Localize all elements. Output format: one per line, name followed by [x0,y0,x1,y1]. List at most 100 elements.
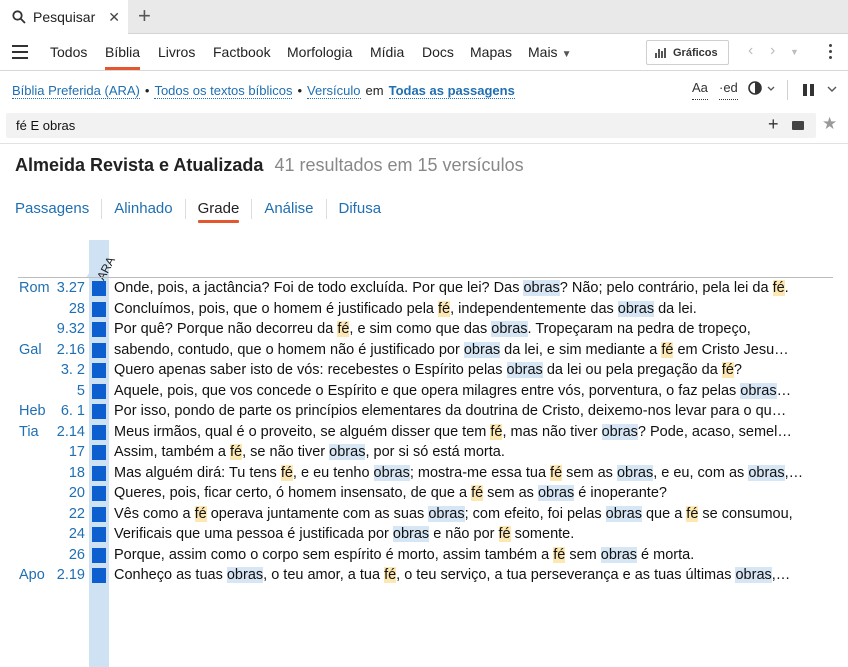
unit-selector[interactable]: Versículo [307,83,361,99]
search-input[interactable] [10,113,710,138]
hit-marker[interactable] [92,445,106,460]
font-size-icon[interactable]: Aa [692,80,708,100]
verse-text[interactable]: Meus irmãos, qual é o proveito, se algué… [114,422,841,443]
result-row[interactable]: 22 Vês como a fé operava juntamente com a… [0,504,848,525]
nav-biblia[interactable]: Bíblia [96,34,149,70]
edit-icon[interactable]: ·ed [719,80,738,100]
highlight-obras: obras [428,505,465,522]
result-row[interactable]: 26 Porque, assim como o corpo sem espírit… [0,545,848,566]
forward-arrow-icon[interactable]: › [770,42,775,60]
verse-segment: da lei ou pela pregação da [542,362,722,378]
verse-segment: ,… [784,464,804,481]
verse-segment: Mas alguém dirá: Tu tens [114,464,281,481]
tab-difusa[interactable]: Difusa [327,199,394,219]
back-arrow-icon[interactable]: ‹ [748,42,753,60]
panel-layout-icon[interactable] [803,84,815,96]
result-row[interactable]: Tia 2.14 Meus irmãos, qual é o proveito, s… [0,422,848,443]
verse-segment: em Cristo Jesu… [673,341,789,358]
result-row[interactable]: 5 Aquele, pois, que vos concede o Espírit… [0,381,848,402]
result-row[interactable]: Gal 2.16 sabendo, contudo, que o homem não… [0,340,848,361]
result-row[interactable]: 3. 2 Quero apenas saber isto de vós: rece… [0,360,848,381]
hit-marker[interactable] [92,486,106,501]
nav-mais[interactable]: Mais ▼ [528,34,571,70]
verse-segment: Conheço as tuas [114,567,227,583]
verse-segment: Por quê? Porque não decorreu da [114,321,338,337]
result-row[interactable]: 20 Queres, pois, ficar certo, ó homem ins… [0,483,848,504]
hit-marker[interactable] [92,322,106,337]
favorite-star-icon[interactable]: ★ [822,114,837,134]
hit-marker[interactable] [92,281,106,296]
nav-docs[interactable]: Docs [422,34,454,70]
keyboard-icon[interactable] [792,121,804,130]
verse-text[interactable]: Por quê? Porque não decorreu da fé, e si… [114,319,841,340]
more-options-icon[interactable] [829,44,833,62]
result-row[interactable]: Heb 6. 1 Por isso, pondo de parte os princ… [0,401,848,422]
graficos-button[interactable]: Gráficos [646,40,729,65]
result-row[interactable]: 9.32 Por quê? Porque não decorreu da fé, … [0,319,848,340]
nav-morfologia[interactable]: Morfologia [287,34,352,70]
verse-text[interactable]: Porque, assim como o corpo sem espírito … [114,545,841,566]
chapter-verse: 2.16 [56,341,85,358]
hit-marker[interactable] [92,404,106,419]
highlight-obras: obras [616,464,654,481]
tab-passagens[interactable]: Passagens [15,199,103,219]
result-row[interactable]: Rom 3.27 Onde, pois, a jactância? Foi de t… [0,278,848,299]
passages-selector[interactable]: Todas as passagens [388,83,515,99]
verse-text[interactable]: Vês como a fé operava juntamente com as … [114,504,841,525]
verse-text[interactable]: Assim, também a fé, se não tiver obras, … [114,442,841,463]
tab-grade[interactable]: Grade [186,199,253,223]
verse-text[interactable]: Por isso, pondo de parte os princípios e… [114,401,841,422]
tab-alinhado[interactable]: Alinhado [102,199,186,219]
scope-selector[interactable]: Todos os textos bíblicos [154,83,293,99]
hit-marker[interactable] [92,547,106,563]
add-icon[interactable]: + [768,114,779,135]
result-row[interactable]: 24 Verificais que uma pessoa é justificad… [0,524,848,545]
hit-marker[interactable] [92,506,106,522]
verse-text[interactable]: Mas alguém dirá: Tu tens fé, e eu tenho … [114,463,841,484]
new-tab-button[interactable]: + [138,4,151,28]
hit-marker[interactable] [92,568,106,583]
hit-marker[interactable] [92,383,106,399]
verse-text[interactable]: Aquele, pois, que vos concede o Espírito… [114,381,841,402]
chapter-verse: 5 [76,382,85,399]
result-row[interactable]: Apo 2.19 Conheço as tuas obras, o teu amor… [0,565,848,586]
highlight-obras: obras [373,464,410,481]
verse-text[interactable]: Concluímos, pois, que o homem é justific… [114,299,841,320]
result-row[interactable]: 28 Concluímos, pois, que o homem é justif… [0,299,848,320]
verse-segment: . [784,280,789,296]
hit-marker[interactable] [92,527,106,542]
hit-marker[interactable] [92,363,106,378]
search-context: Bíblia Preferida (ARA) • Todos os textos b… [12,83,515,99]
verse-text[interactable]: sabendo, contudo, que o homem não é just… [114,340,841,361]
visual-filter-icon[interactable] [748,81,776,97]
nav-livros[interactable]: Livros [158,34,195,70]
verse-text[interactable]: Onde, pois, a jactância? Foi de todo exc… [114,278,841,299]
hit-marker[interactable] [92,301,106,317]
verse-text[interactable]: Conheço as tuas obras, o teu amor, a tua… [114,565,841,586]
bullet-separator: • [144,83,150,98]
history-dropdown-icon[interactable]: ▼ [790,47,799,57]
nav-todos[interactable]: Todos [50,34,87,70]
chevron-down-icon: ▼ [561,49,572,60]
verse-segment: e não por [429,526,499,542]
verse-segment: Aquele, pois, que vos concede o Espírito… [114,382,741,399]
bible-selector[interactable]: Bíblia Preferida (ARA) [12,83,140,99]
close-tab-icon[interactable]: ✕ [108,9,120,26]
verse-text[interactable]: Quero apenas saber isto de vós: recebest… [114,360,841,381]
verse-text[interactable]: Queres, pois, ficar certo, ó homem insen… [114,483,841,504]
hit-marker[interactable] [92,424,106,440]
hit-marker[interactable] [92,465,106,481]
nav-factbook[interactable]: Factbook [213,34,271,70]
tab-pesquisar[interactable]: Pesquisar ✕ [0,0,128,34]
menu-icon[interactable] [12,45,28,59]
nav-mapas[interactable]: Mapas [470,34,512,70]
verse-segment: , por si só está morta. [365,444,505,460]
verse-segment: , independentemente das [450,300,618,317]
verse-text[interactable]: Verificais que uma pessoa é justificada … [114,524,841,545]
chevron-down-icon[interactable] [827,86,837,93]
hit-marker[interactable] [92,342,106,358]
result-row[interactable]: 17 Assim, também a fé, se não tiver obras… [0,442,848,463]
tab-analise[interactable]: Análise [252,199,327,219]
nav-midia[interactable]: Mídia [370,34,404,70]
result-row[interactable]: 18 Mas alguém dirá: Tu tens fé, e eu tenh… [0,463,848,484]
